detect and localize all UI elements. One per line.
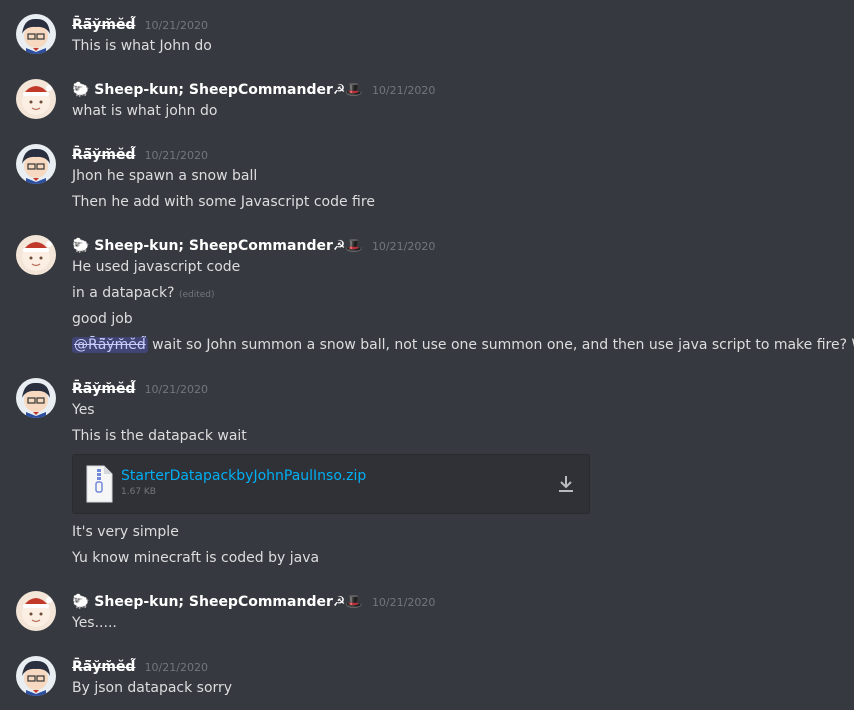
file-link[interactable]: StarterDatapackbyJohnPaulInso.zip	[121, 467, 366, 485]
message-header: R̄ä̃y̆m̆ĕd̃ 10/21/2020	[72, 378, 208, 398]
message-header: 🐑 Sheep-kun; SheepCommander☭🎩 10/21/2020	[72, 79, 435, 99]
message-header: R̄ä̃y̆m̆ĕd̃ 10/21/2020	[72, 656, 208, 676]
message-text: This is what John do	[72, 38, 212, 54]
user-mention[interactable]: @R̄ä̃y̆m̆ĕd̃	[72, 337, 148, 353]
message-text: Jhon he spawn a snow ball	[72, 168, 258, 184]
avatar[interactable]	[16, 144, 56, 184]
message-text: By json datapack sorry	[72, 680, 233, 696]
avatar[interactable]	[16, 235, 56, 275]
avatar[interactable]	[16, 14, 56, 54]
message-text: Yes.....	[72, 615, 117, 631]
message-text: what is what john do	[72, 103, 218, 119]
message-text-content: in a datapack?	[72, 285, 175, 301]
username[interactable]: 🐑 Sheep-kun; SheepCommander☭🎩	[72, 594, 363, 610]
message-text: @R̄ä̃y̆m̆ĕd̃ wait so John summon a snow …	[72, 335, 854, 355]
timestamp: 10/21/2020	[371, 596, 436, 609]
download-icon[interactable]	[555, 473, 577, 495]
username[interactable]: R̄ä̃y̆m̆ĕd̃	[72, 17, 135, 33]
file-size: 1.67 KB	[121, 487, 156, 497]
timestamp: 10/21/2020	[144, 149, 208, 162]
username[interactable]: R̄ä̃y̆m̆ĕd̃	[72, 381, 135, 397]
edited-label: (edited)	[178, 290, 215, 300]
username[interactable]: R̄ä̃y̆m̆ĕd̃	[72, 659, 135, 675]
message-text-content: wait so John summon a snow ball, not use…	[147, 337, 854, 353]
timestamp: 10/21/2020	[144, 661, 208, 674]
message-text: in a datapack? (edited)	[72, 283, 215, 305]
message-text: It's very simple	[72, 524, 179, 540]
avatar[interactable]	[16, 591, 56, 631]
timestamp: 10/21/2020	[144, 383, 208, 396]
file-attachment: StarterDatapackbyJohnPaulInso.zip 1.67 K…	[72, 454, 590, 514]
message-header: R̄ä̃y̆m̆ĕd̃ 10/21/2020	[72, 14, 208, 34]
timestamp: 10/21/2020	[144, 19, 208, 32]
message-header: R̄ä̃y̆m̆ĕd̃ 10/21/2020	[72, 144, 208, 164]
avatar[interactable]	[16, 79, 56, 119]
timestamp: 10/21/2020	[371, 84, 436, 97]
message-text: This is the datapack wait	[72, 428, 247, 444]
message-text: Yes	[72, 402, 95, 418]
avatar[interactable]	[16, 656, 56, 696]
message-text: Then he add with some Javascript code fi…	[72, 194, 375, 210]
message-text: Yu know minecraft is coded by java	[72, 550, 320, 566]
message-text: good job	[72, 311, 133, 327]
avatar[interactable]	[16, 378, 56, 418]
username[interactable]: 🐑 Sheep-kun; SheepCommander☭🎩	[72, 82, 363, 98]
message-header: 🐑 Sheep-kun; SheepCommander☭🎩 10/21/2020	[72, 235, 435, 255]
message-text: He used javascript code	[72, 259, 241, 275]
zip-file-icon	[85, 465, 113, 503]
username[interactable]: 🐑 Sheep-kun; SheepCommander☭🎩	[72, 238, 363, 254]
timestamp: 10/21/2020	[371, 240, 436, 253]
message-header: 🐑 Sheep-kun; SheepCommander☭🎩 10/21/2020	[72, 591, 435, 611]
username[interactable]: R̄ä̃y̆m̆ĕd̃	[72, 147, 135, 163]
